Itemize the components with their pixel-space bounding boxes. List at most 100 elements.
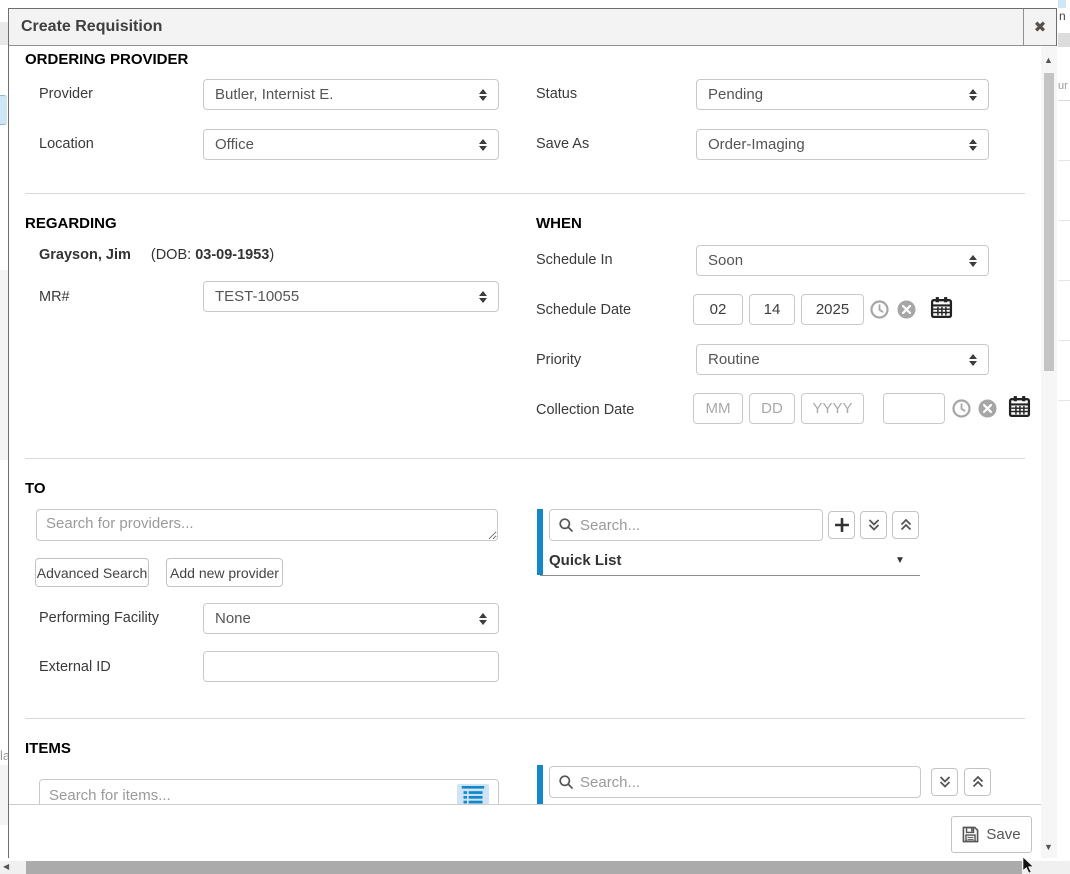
background-left-panel-fragment	[0, 270, 8, 460]
collapse-all-button[interactable]	[964, 768, 991, 796]
background-left-button-fragment	[0, 95, 7, 125]
collapse-all-button[interactable]	[892, 511, 919, 539]
caret-down-icon: ▼	[895, 555, 905, 566]
select-arrows-icon	[969, 255, 977, 267]
section-divider	[25, 193, 1025, 194]
location-select[interactable]: Office	[203, 129, 499, 160]
vertical-scrollbar[interactable]: ▲ ▼	[1041, 46, 1057, 858]
items-list-icon	[460, 786, 486, 805]
background-right-gridline	[1058, 220, 1070, 221]
horizontal-scrollbar-thumb[interactable]	[26, 861, 1022, 874]
priority-select[interactable]: Routine	[696, 344, 989, 375]
select-arrows-icon	[479, 291, 487, 303]
expand-all-button[interactable]	[860, 511, 887, 539]
schedule-year-input[interactable]	[801, 294, 864, 325]
clear-date-icon[interactable]	[978, 399, 997, 418]
collection-time-input[interactable]	[883, 393, 945, 424]
provider-select[interactable]: Butler, Internist E.	[203, 79, 499, 110]
clear-date-icon[interactable]	[897, 300, 916, 319]
select-arrows-icon	[479, 139, 487, 151]
select-arrows-icon	[969, 354, 977, 366]
items-quick-search	[549, 766, 921, 798]
providers-quick-search-input[interactable]	[580, 517, 813, 534]
section-divider	[25, 458, 1025, 459]
schedule-in-label: Schedule In	[536, 252, 613, 268]
items-panel-accent-bar	[537, 765, 543, 804]
collection-day-input[interactable]	[749, 393, 795, 424]
item-search-input[interactable]	[49, 787, 457, 804]
modal-header: Create Requisition ✖	[9, 9, 1056, 46]
quick-list-underline	[540, 575, 920, 576]
status-select[interactable]: Pending	[696, 79, 989, 110]
collection-month-input[interactable]	[693, 393, 743, 424]
background-right-gridline	[1058, 160, 1070, 161]
ordering-provider-heading: ORDERING PROVIDER	[25, 51, 188, 68]
patient-summary: Grayson, Jim (DOB: 03-09-1953)	[39, 247, 274, 263]
provider-label: Provider	[39, 86, 93, 102]
calendar-icon[interactable]	[1008, 395, 1031, 418]
save-as-label: Save As	[536, 136, 589, 152]
provider-search-input[interactable]	[36, 509, 498, 541]
cursor-pointer	[1022, 857, 1036, 874]
when-heading: WHEN	[536, 215, 582, 232]
save-as-select[interactable]: Order-Imaging	[696, 129, 989, 160]
collection-date-label: Collection Date	[536, 402, 634, 418]
regarding-heading: REGARDING	[25, 215, 117, 232]
to-heading: TO	[25, 480, 46, 497]
close-button[interactable]: ✖	[1023, 9, 1056, 45]
mr-number-select[interactable]: TEST-10055	[203, 281, 499, 312]
scroll-up-icon[interactable]: ▲	[1044, 55, 1053, 65]
background-right-blue-fragment	[1058, 0, 1066, 8]
clock-icon[interactable]	[952, 399, 971, 418]
background-right-gray-block	[1058, 33, 1070, 47]
save-icon	[962, 826, 979, 843]
schedule-day-input[interactable]	[749, 294, 795, 325]
add-quick-list-button[interactable]	[828, 511, 855, 539]
status-label: Status	[536, 86, 577, 102]
calendar-icon[interactable]	[930, 296, 953, 319]
providers-panel-accent-bar	[537, 509, 543, 575]
double-chevron-down-icon	[938, 775, 952, 789]
clock-icon[interactable]	[870, 300, 889, 319]
plus-icon	[835, 518, 849, 532]
mr-number-label: MR#	[39, 289, 70, 305]
schedule-month-input[interactable]	[693, 294, 743, 325]
save-button[interactable]: Save	[951, 816, 1032, 853]
schedule-in-select[interactable]: Soon	[696, 245, 989, 276]
scroll-left-icon[interactable]: ◀	[3, 862, 9, 871]
performing-facility-select[interactable]: None	[203, 603, 499, 634]
advanced-search-button[interactable]: Advanced Search	[35, 558, 149, 587]
providers-quick-search	[549, 509, 823, 541]
scroll-down-icon[interactable]: ▼	[1044, 842, 1053, 852]
location-label: Location	[39, 136, 94, 152]
expand-all-button[interactable]	[931, 768, 958, 796]
items-quick-search-input[interactable]	[580, 774, 911, 791]
schedule-date-label: Schedule Date	[536, 302, 631, 318]
dob-suffix: )	[269, 247, 274, 263]
external-id-label: External ID	[39, 659, 111, 675]
external-id-input[interactable]	[203, 651, 499, 682]
double-chevron-up-icon	[899, 518, 913, 532]
priority-label: Priority	[536, 352, 581, 368]
search-icon	[559, 518, 573, 532]
select-arrows-icon	[969, 89, 977, 101]
performing-facility-label: Performing Facility	[39, 610, 159, 626]
double-chevron-up-icon	[971, 775, 985, 789]
screen: la n ur ◀ Create Requisition ✖ ORDER	[0, 0, 1070, 874]
background-right-gridline	[1058, 280, 1070, 281]
select-arrows-icon	[479, 89, 487, 101]
background-right-gridline	[1058, 340, 1070, 341]
double-chevron-down-icon	[867, 518, 881, 532]
modal-title: Create Requisition	[21, 9, 162, 45]
dob-prefix: (DOB:	[151, 247, 195, 263]
vertical-scrollbar-thumb[interactable]	[1044, 73, 1054, 371]
background-left-panel-fragment2	[0, 765, 8, 825]
dob-value: 03-09-1953	[195, 247, 269, 263]
add-new-provider-button[interactable]: Add new provider	[166, 558, 283, 587]
patient-name: Grayson, Jim	[39, 247, 131, 263]
quick-list-header[interactable]: Quick List ▼	[549, 552, 919, 572]
horizontal-scrollbar[interactable]: ◀	[0, 861, 1070, 874]
background-text-fragment: n	[1059, 9, 1066, 23]
background-left-strip	[0, 22, 8, 45]
collection-year-input[interactable]	[801, 393, 864, 424]
